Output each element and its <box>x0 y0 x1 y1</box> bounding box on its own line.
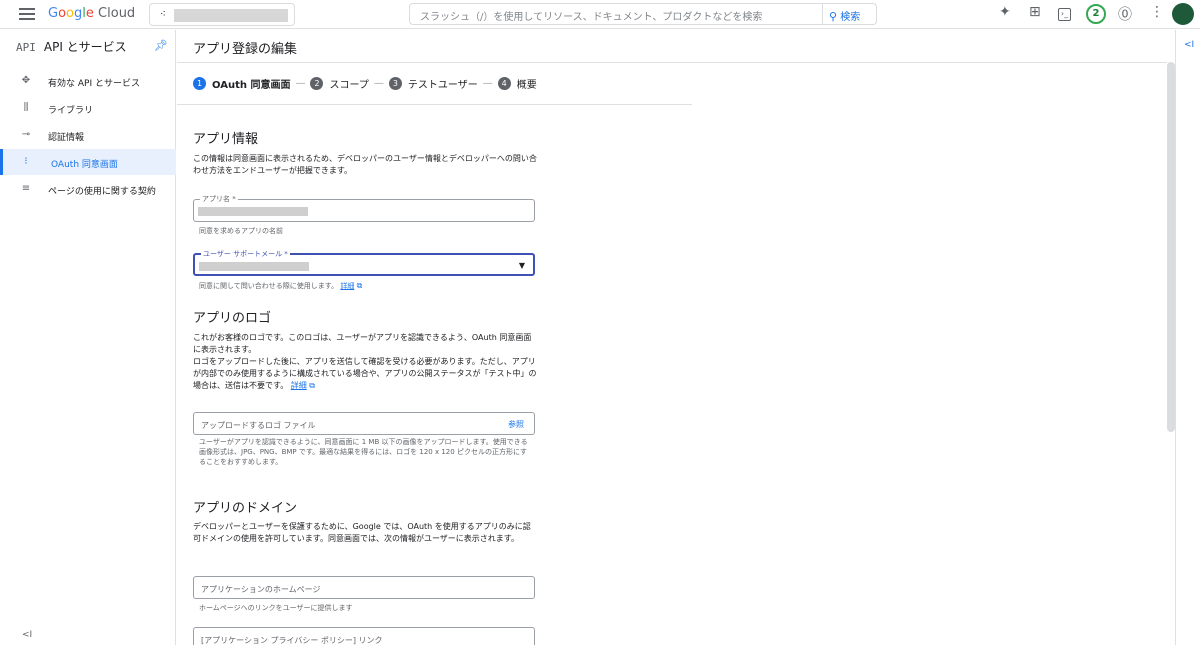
pin-icon[interactable]: 📌︎ <box>154 39 168 52</box>
logo-upload-hint: ユーザーがアプリを認識できるように、同意画面に 1 MB 以下の画像をアップロー… <box>199 438 528 466</box>
app-info-description: この情報は同意画面に表示されるため、デベロッパーのユーザー情報とデベロッパーへの… <box>193 154 537 175</box>
library-icon: ⫼ <box>23 102 29 113</box>
help-icon[interactable]: ⓪ <box>1118 4 1132 24</box>
sidebar-item-library[interactable]: ⫼ ライブラリ <box>0 95 176 121</box>
project-picker[interactable]: ⁖ <box>149 3 295 26</box>
homepage-field[interactable]: アプリケーションのホームページ <box>193 576 535 599</box>
page-title: アプリ登録の編集 <box>193 42 298 57</box>
open-in-new-icon: ⧉ <box>356 281 363 290</box>
app-logo-description: これがお客様のロゴです。このロゴは、ユーザーがアプリを認識できるよう、OAuth… <box>193 333 537 390</box>
google-cloud-logo[interactable]: Google Cloud <box>48 6 135 21</box>
project-name-redacted <box>174 9 288 22</box>
divider <box>177 62 1167 63</box>
app-name-field[interactable]: アプリ名 * <box>193 194 535 222</box>
search-icon: ⚲ <box>829 10 838 23</box>
avatar[interactable] <box>1172 3 1194 25</box>
sidebar-header: API API とサービス <box>16 40 127 54</box>
support-email-redacted <box>199 262 309 271</box>
right-panel-rail: <I <box>1175 30 1200 645</box>
browse-button[interactable]: 参照 <box>508 419 524 430</box>
gift-icon[interactable]: ⊞ <box>1029 4 1041 20</box>
consent-screen-icon: ⁝ <box>24 156 28 167</box>
apis-icon: ✥ <box>21 75 31 86</box>
search-input[interactable]: スラッシュ（/）を使用してリソース、ドキュメント、プロダクトなどを検索 <box>409 3 823 25</box>
support-email-select[interactable]: ユーザー サポートメール * ▼ <box>193 249 535 276</box>
homepage-hint: ホームページへのリンクをユーザーに提供します <box>199 604 353 612</box>
sidebar-item-credentials[interactable]: ⊸ 認証情報 <box>0 122 176 148</box>
dropdown-arrow-icon: ▼ <box>518 261 525 270</box>
step-oauth-consent[interactable]: 1 OAuth 同意画面 <box>193 76 290 91</box>
divider <box>177 104 692 105</box>
step-summary[interactable]: 4 概要 <box>497 76 537 91</box>
more-vert-icon[interactable]: ⋮ <box>1150 4 1164 20</box>
collapse-sidebar-icon[interactable]: <I <box>22 630 32 640</box>
cloud-shell-icon[interactable]: ›_ <box>1058 8 1071 21</box>
search-button[interactable]: ⚲ 検索 <box>823 3 877 25</box>
privacy-policy-field[interactable]: [アプリケーション プライバシー ポリシー] リンク <box>193 627 535 645</box>
top-bar: Google Cloud ⁖ スラッシュ（/）を使用してリソース、ドキュメント、… <box>0 0 1200 29</box>
stepper: 1 OAuth 同意画面 —2 スコープ —3 テストユーザー —4 概要 <box>193 76 537 94</box>
app-domain-description: デベロッパーとユーザーを保護するために、Google では、OAuth を使用す… <box>193 522 531 543</box>
details-link[interactable]: 詳細 <box>291 381 307 390</box>
step-scopes[interactable]: 2 スコープ <box>310 76 369 91</box>
scrollbar[interactable] <box>1167 62 1175 432</box>
notifications-badge[interactable]: 2 <box>1086 4 1106 24</box>
app-domain-heading: アプリのドメイン <box>193 501 298 516</box>
sidebar-item-oauth-consent[interactable]: ⁝ OAuth 同意画面 <box>0 149 176 175</box>
open-in-new-icon: ⧉ <box>309 381 316 390</box>
sidebar-item-page-usage-agreements[interactable]: ≡ ページの使用に関する契約 <box>0 176 176 202</box>
expand-panel-icon[interactable]: <I <box>1184 40 1194 50</box>
project-icon: ⁖ <box>160 9 166 20</box>
key-icon: ⊸ <box>21 129 31 140</box>
app-name-redacted <box>198 207 308 216</box>
step-test-users[interactable]: 3 テストユーザー <box>388 76 478 91</box>
app-name-hint: 同意を求めるアプリの名前 <box>199 227 283 235</box>
sidebar-item-enabled-apis[interactable]: ✥ 有効な API とサービス <box>0 68 176 94</box>
settings-list-icon: ≡ <box>21 183 31 194</box>
support-email-hint: 同意に関して問い合わせる際に使用します。 詳細 ⧉ <box>199 281 363 290</box>
details-link[interactable]: 詳細 <box>340 282 354 290</box>
app-info-heading: アプリ情報 <box>193 132 259 147</box>
api-icon: API <box>16 41 36 54</box>
sidebar: API API とサービス 📌︎ ✥ 有効な API とサービス ⫼ ライブラリ … <box>0 30 176 645</box>
gemini-sparkle-icon[interactable]: ✦ <box>999 4 1011 20</box>
main-menu-icon[interactable] <box>19 8 35 20</box>
app-logo-heading: アプリのロゴ <box>193 311 272 326</box>
logo-upload-field[interactable]: アップロードするロゴ ファイル 参照 <box>193 412 535 435</box>
